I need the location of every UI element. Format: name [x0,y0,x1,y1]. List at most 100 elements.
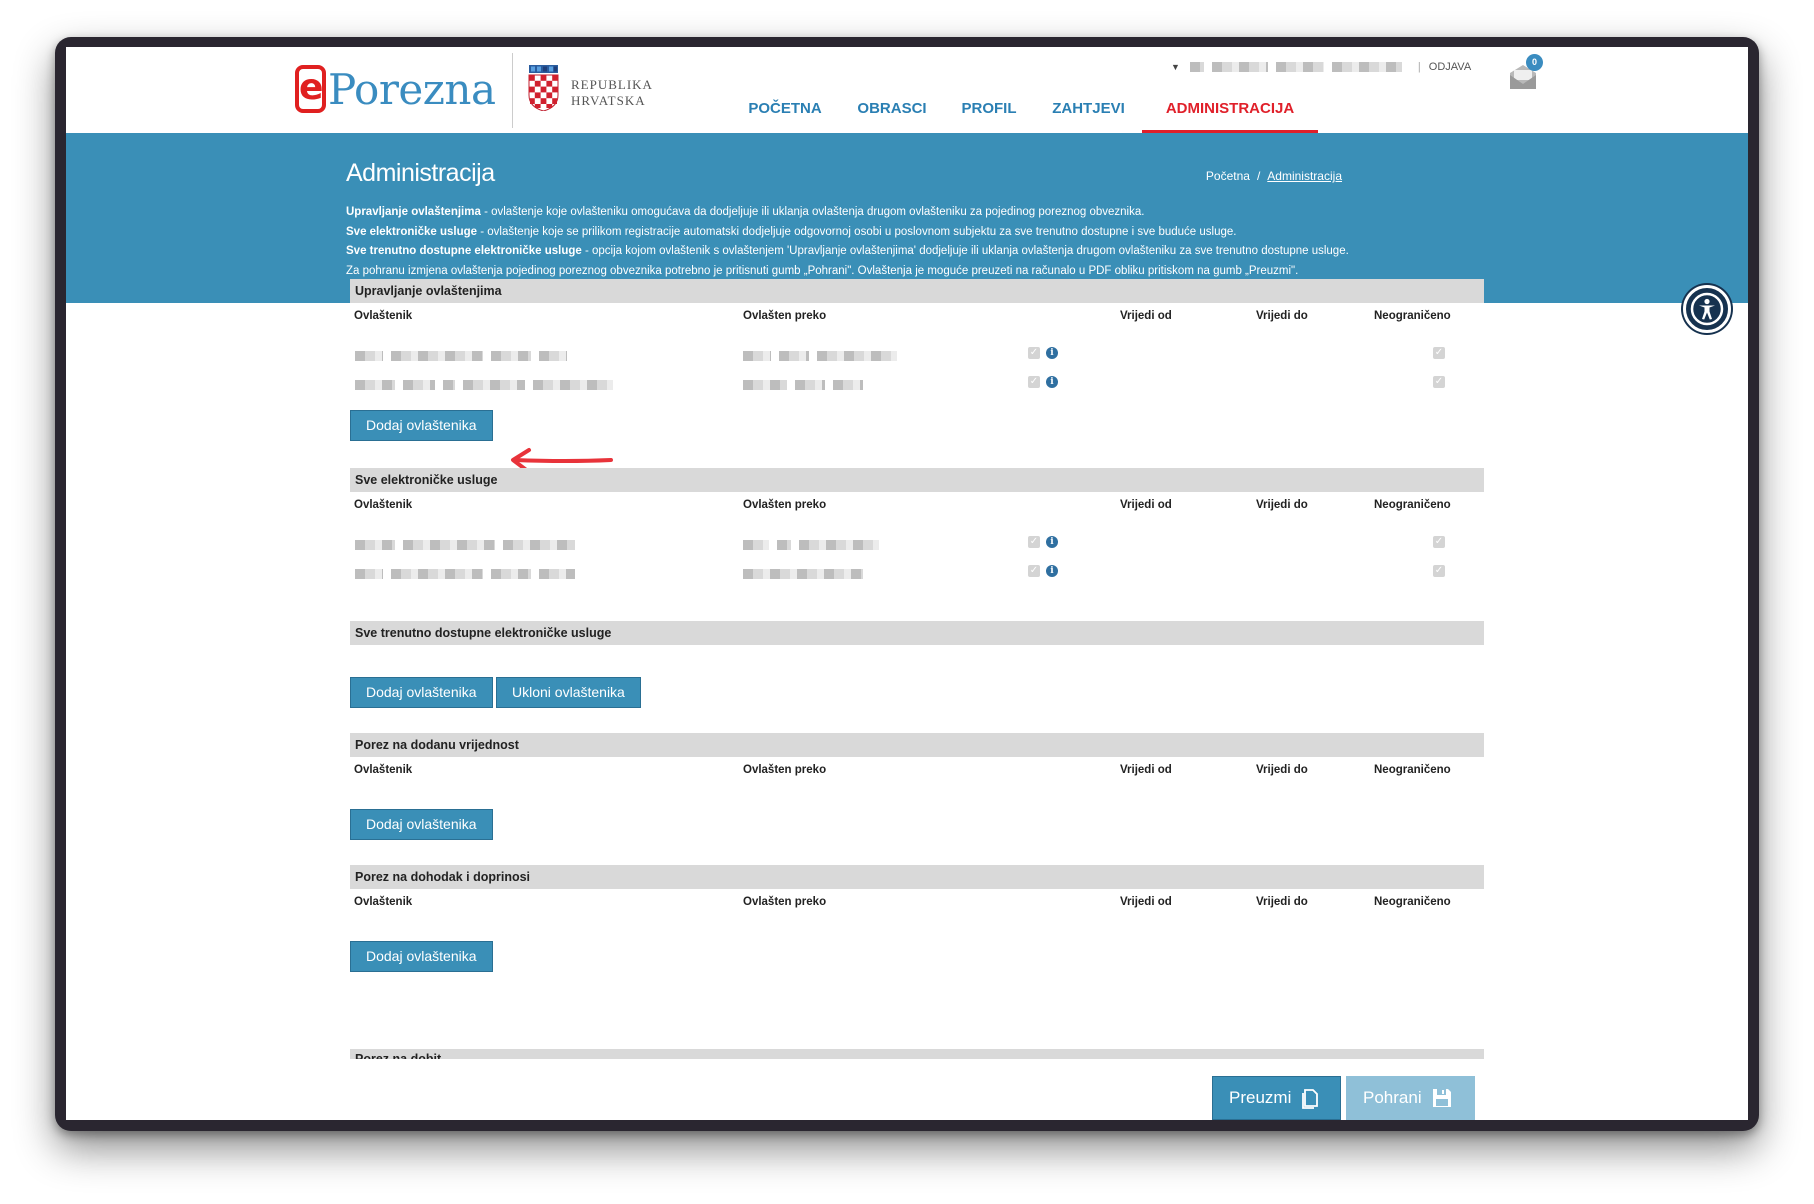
redacted-user-info [1331,62,1402,72]
republic-line-1: REPUBLIKA [571,77,653,92]
col-unlimited: Neograničeno [1374,310,1451,322]
croatian-coat-of-arms-icon [528,65,559,111]
info-text: - ovlaštenje koje se prilikom registraci… [477,225,1237,238]
banner-info: Upravljanje ovlaštenjima - ovlaštenje ko… [346,203,1349,281]
download-button[interactable]: Preuzmi [1212,1076,1341,1120]
info-icon[interactable]: i [1046,347,1058,359]
col-valid-to: Vrijedi do [1256,310,1308,322]
col-holder: Ovlaštenik [354,764,413,776]
info-icon[interactable]: i [1046,536,1058,548]
redacted-holder [355,537,583,555]
add-holder-button[interactable]: Dodaj ovlaštenika [350,677,493,708]
add-holder-button[interactable]: Dodaj ovlaštenika [350,809,493,840]
republika-hrvatska-label: REPUBLIKA HRVATSKA [571,77,653,109]
section-trenutno-dostupne: Sve trenutno dostupne elektroničke uslug… [350,621,1484,708]
col-unlimited: Neograničeno [1374,499,1451,511]
redacted-via [743,348,905,366]
unlimited-checkbox[interactable]: ✓ [1433,536,1445,548]
breadcrumb: Početna / Administracija [1206,169,1342,183]
nav-zahtjevi[interactable]: ZAHTJEVI [1051,94,1126,133]
add-holder-button[interactable]: Dodaj ovlaštenika [350,410,493,441]
checkbox-disabled[interactable]: ✓ [1028,536,1040,548]
site-header: e Porezna REPUBLIKA HRVATSKA ▼ | ODJAVA … [66,47,1748,133]
info-line: Sve trenutno dostupne elektroničke uslug… [346,242,1349,262]
info-line: Upravljanje ovlaštenjima - ovlaštenje ko… [346,203,1349,223]
breadcrumb-current[interactable]: Administracija [1267,169,1342,183]
section-header: Porez na dohodak i doprinosi [350,865,1484,889]
redacted-holder [355,566,583,584]
info-icon[interactable]: i [1046,376,1058,388]
column-headers: Ovlaštenik Ovlašten preko Vrijedi od Vri… [350,492,1484,516]
col-holder: Ovlaštenik [354,499,413,511]
col-unlimited: Neograničeno [1374,896,1451,908]
col-holder: Ovlaštenik [354,896,413,908]
republic-line-2: HRVATSKA [571,93,646,108]
col-holder: Ovlaštenik [354,310,413,322]
section-header: Porez na dobit [350,1049,1484,1059]
section-upravljanje: Upravljanje ovlaštenjima Ovlaštenik Ovla… [350,279,1484,441]
checkbox-disabled[interactable]: ✓ [1028,565,1040,577]
info-line: Sve elektroničke usluge - ovlaštenje koj… [346,223,1349,243]
redacted-user-info [1211,62,1268,72]
section-header: Upravljanje ovlaštenjima [350,279,1484,303]
user-bar: ▼ | ODJAVA [1171,60,1471,74]
redacted-via [743,377,871,395]
userbar-separator: | [1417,61,1421,73]
col-via: Ovlašten preko [743,764,827,776]
unlimited-checkbox[interactable]: ✓ [1433,347,1445,359]
unlimited-checkbox[interactable]: ✓ [1433,565,1445,577]
add-holder-button[interactable]: Dodaj ovlaštenika [350,941,493,972]
logo-divider [512,53,513,128]
section-pdv: Porez na dodanu vrijednost Ovlaštenik Ov… [350,733,1484,840]
info-text: - opcija kojom ovlaštenik s ovlaštenjem … [581,245,1349,257]
logo-e-mark: e [295,65,326,113]
col-via: Ovlašten preko [743,310,827,322]
logout-link[interactable]: ODJAVA [1429,61,1471,73]
section-dobit: Porez na dobit [350,1049,1484,1059]
remove-holder-button[interactable]: Ukloni ovlaštenika [496,677,641,708]
save-button[interactable]: Pohrani [1346,1076,1475,1120]
column-headers: Ovlaštenik Ovlašten preko Vrijedi od Vri… [350,889,1484,913]
redacted-user-info [1189,62,1204,72]
col-unlimited: Neograničeno [1374,764,1451,776]
nav-pocetna[interactable]: POČETNA [746,94,824,133]
col-valid-to: Vrijedi do [1256,896,1308,908]
accessibility-icon [1690,292,1724,326]
eporezna-logo[interactable]: e Porezna [295,61,496,117]
table-row: ✓ i ✓ [350,527,1484,556]
col-valid-to: Vrijedi do [1256,764,1308,776]
info-text: - ovlaštenje koje ovlašteniku omogućava … [480,206,1145,218]
info-text: Za pohranu izmjena ovlaštenja pojedinog … [346,264,1299,277]
redacted-holder [355,348,575,366]
info-term: Sve elektroničke usluge [346,225,478,238]
unlimited-checkbox[interactable]: ✓ [1433,376,1445,388]
section-dohodak: Porez na dohodak i doprinosi Ovlaštenik … [350,865,1484,972]
col-valid-from: Vrijedi od [1120,764,1172,776]
table-row: ✓ i ✓ [350,556,1484,585]
nav-profil[interactable]: PROFIL [961,94,1017,133]
table-row: ✓ i ✓ [350,338,1484,367]
info-term: Upravljanje ovlaštenjima [346,206,481,218]
redacted-via [743,537,887,555]
column-headers: Ovlaštenik Ovlašten preko Vrijedi od Vri… [350,303,1484,327]
section-header: Sve elektroničke usluge [350,468,1484,492]
save-label: Pohrani [1363,1088,1422,1107]
checkbox-disabled[interactable]: ✓ [1028,376,1040,388]
col-via: Ovlašten preko [743,896,827,908]
nav-obrasci[interactable]: OBRASCI [857,94,927,133]
col-via: Ovlašten preko [743,499,827,511]
nav-administracija[interactable]: ADMINISTRACIJA [1142,94,1318,133]
breadcrumb-home[interactable]: Početna [1206,169,1250,183]
breadcrumb-separator: / [1256,169,1261,183]
redacted-via [743,566,871,584]
col-valid-from: Vrijedi od [1120,499,1172,511]
accessibility-button[interactable] [1683,285,1731,333]
table-row: ✓ i ✓ [350,367,1484,396]
user-dropdown-caret-icon[interactable]: ▼ [1171,62,1180,72]
section-header: Sve trenutno dostupne elektroničke uslug… [350,621,1484,645]
info-icon[interactable]: i [1046,565,1058,577]
mail-count-badge: 0 [1526,54,1543,71]
page-title: Administracija [346,159,495,187]
checkbox-disabled[interactable]: ✓ [1028,347,1040,359]
browser-viewport: e Porezna REPUBLIKA HRVATSKA ▼ | ODJAVA … [66,47,1748,1120]
